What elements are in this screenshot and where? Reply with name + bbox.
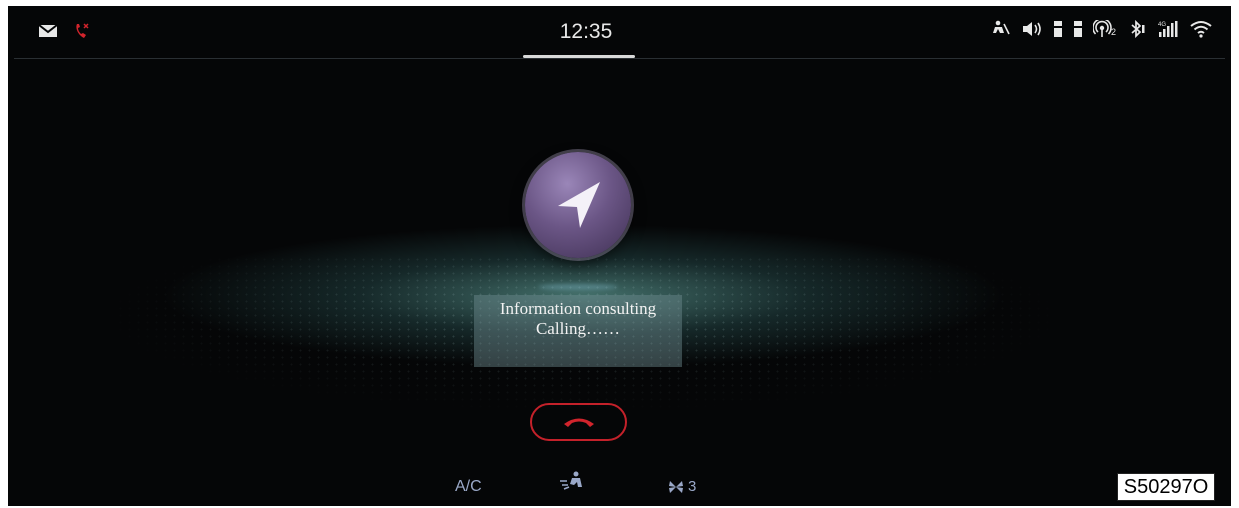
hotspot-sub-label: 2 <box>1111 27 1116 37</box>
status-divider <box>14 58 1225 59</box>
status-bar: 12:35 2 4G <box>8 6 1231 58</box>
status-left-icons <box>38 22 90 40</box>
hang-up-icon <box>563 418 594 427</box>
bluetooth-icon <box>1129 20 1147 38</box>
seatbelt-icon <box>991 20 1011 38</box>
figure-reference-code: S50297O <box>1117 473 1215 501</box>
signal-sub-label: 4G <box>1158 22 1166 28</box>
clock: 12:35 <box>559 20 613 43</box>
call-contact-name: Information consulting <box>499 299 657 318</box>
infotainment-screen: 12:35 2 4G Information consulting Callin… <box>8 6 1231 506</box>
mail-icon[interactable] <box>38 24 58 38</box>
call-status-panel: Information consulting Calling…… <box>474 295 682 367</box>
air-direction-button[interactable] <box>556 469 590 500</box>
status-right-icons: 2 4G <box>991 20 1213 38</box>
ac-button[interactable]: A/C <box>455 478 482 496</box>
missed-call-icon[interactable] <box>74 22 90 40</box>
hotspot-icon: 2 <box>1093 20 1119 38</box>
signal-icon: 4G <box>1157 20 1179 38</box>
fan-speed-control[interactable]: 3 <box>668 478 696 495</box>
hang-up-button[interactable] <box>530 403 627 441</box>
usb-icon-1 <box>1053 20 1063 38</box>
wifi-icon <box>1189 20 1213 38</box>
navigation-arrow-icon <box>558 182 600 228</box>
orb-reflection <box>538 284 618 290</box>
fan-icon <box>669 480 683 493</box>
fan-speed-value: 3 <box>688 478 697 495</box>
air-direction-icon <box>560 471 582 490</box>
call-status-text: Calling…… <box>535 319 621 338</box>
navigation-assistant-orb[interactable] <box>525 152 631 258</box>
volume-icon <box>1021 20 1043 38</box>
usb-icon-2 <box>1073 20 1083 38</box>
